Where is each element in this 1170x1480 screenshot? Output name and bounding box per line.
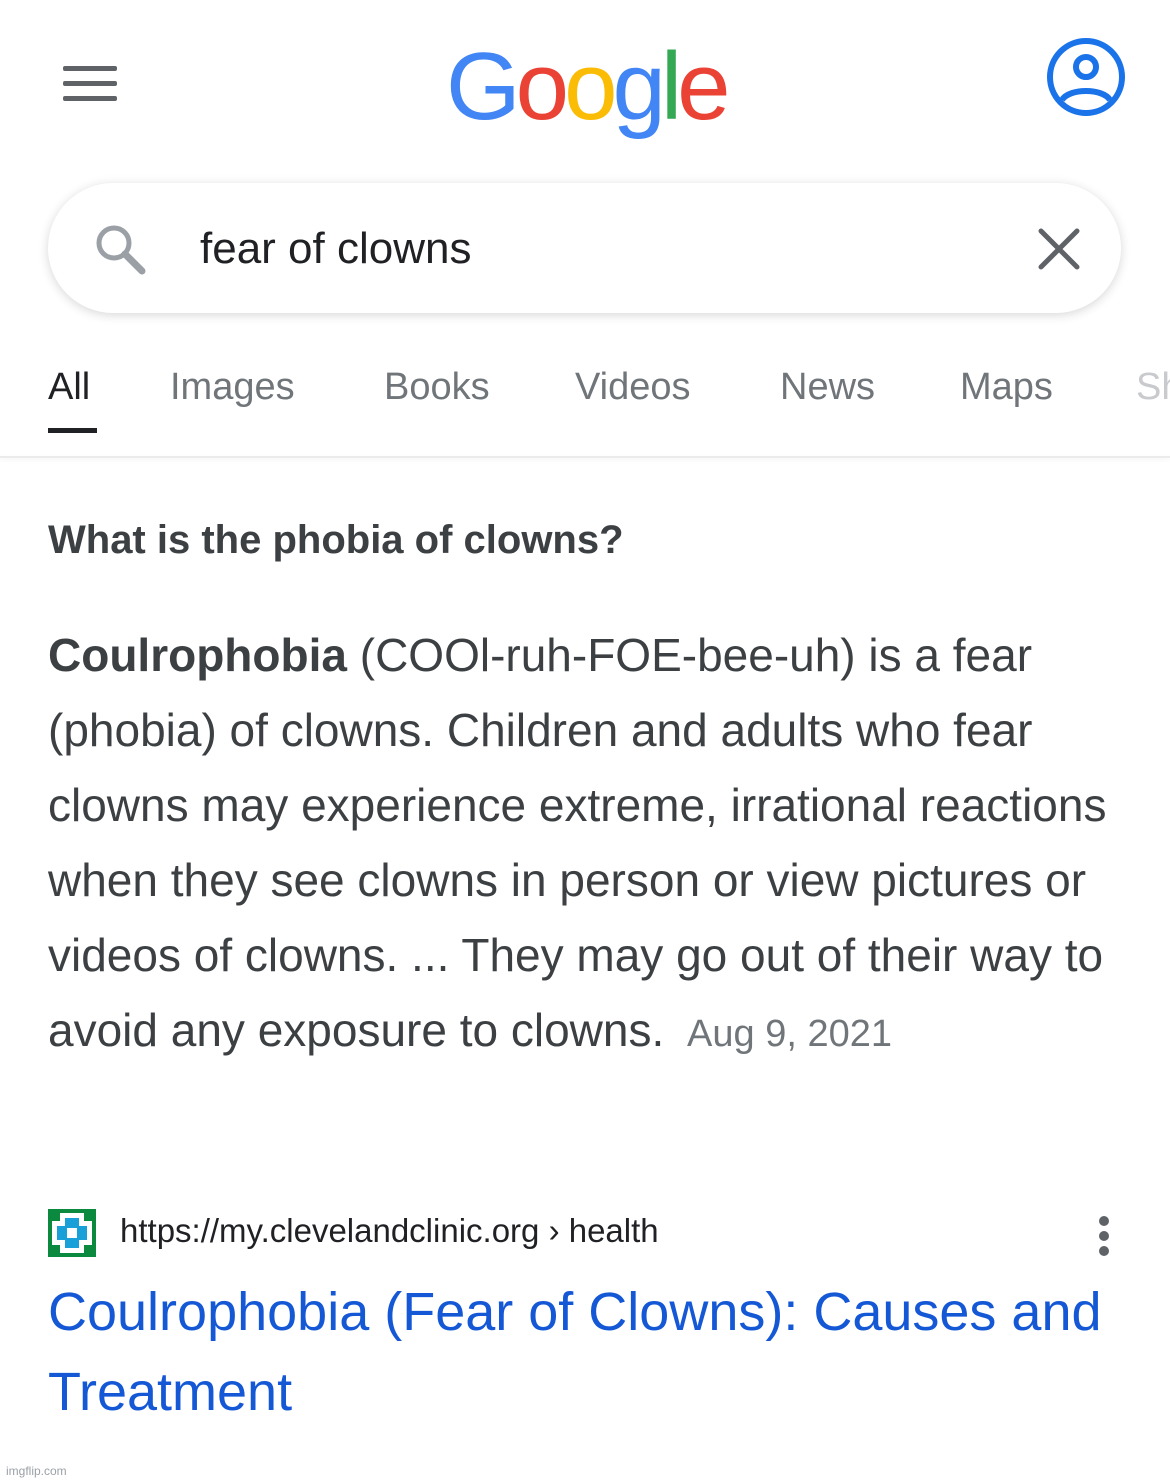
watermark: imgflip.com (6, 1464, 67, 1478)
tab-videos[interactable]: Videos (575, 366, 691, 409)
logo-letter: e (677, 33, 730, 140)
tab-images[interactable]: Images (170, 366, 295, 409)
featured-snippet-text: Coulrophobia (COOl-ruh-FOE-bee-uh) is a … (48, 618, 1128, 1072)
logo-letter: l (660, 33, 682, 140)
close-icon[interactable] (1033, 223, 1085, 275)
account-circle-icon[interactable] (1045, 36, 1127, 118)
tab-shopping[interactable]: Sh (1136, 366, 1170, 409)
active-tab-indicator (48, 428, 97, 433)
divider (0, 456, 1170, 458)
result-url[interactable]: https://my.clevelandclinic.org › health (120, 1212, 659, 1250)
result-title-link[interactable]: Coulrophobia (Fear of Clowns): Causes an… (48, 1272, 1138, 1432)
search-icon[interactable] (92, 221, 148, 277)
tab-books[interactable]: Books (384, 366, 490, 409)
logo-letter: o (564, 33, 617, 140)
tab-maps[interactable]: Maps (960, 366, 1053, 409)
snippet-date: Aug 9, 2021 (687, 1013, 892, 1055)
logo-letter: G (446, 33, 521, 140)
snippet-body: (COOl-ruh-FOE-bee-uh) is a fear (phobia)… (48, 629, 1107, 1056)
hamburger-menu-icon[interactable] (63, 66, 117, 102)
header: Google (0, 0, 1170, 170)
search-box[interactable] (48, 183, 1121, 313)
search-tabs: All Images Books Videos News Maps Sh (0, 360, 1170, 460)
more-vert-icon[interactable] (1090, 1214, 1118, 1258)
cleveland-clinic-favicon (48, 1209, 96, 1257)
search-input[interactable] (200, 219, 1000, 279)
tab-news[interactable]: News (780, 366, 875, 409)
google-logo[interactable]: Google (446, 32, 731, 142)
tab-all[interactable]: All (48, 366, 90, 409)
snippet-question: What is the phobia of clowns? (48, 518, 624, 562)
snippet-term: Coulrophobia (48, 629, 347, 681)
logo-letter: o (515, 33, 569, 140)
logo-letter: g (612, 33, 665, 140)
